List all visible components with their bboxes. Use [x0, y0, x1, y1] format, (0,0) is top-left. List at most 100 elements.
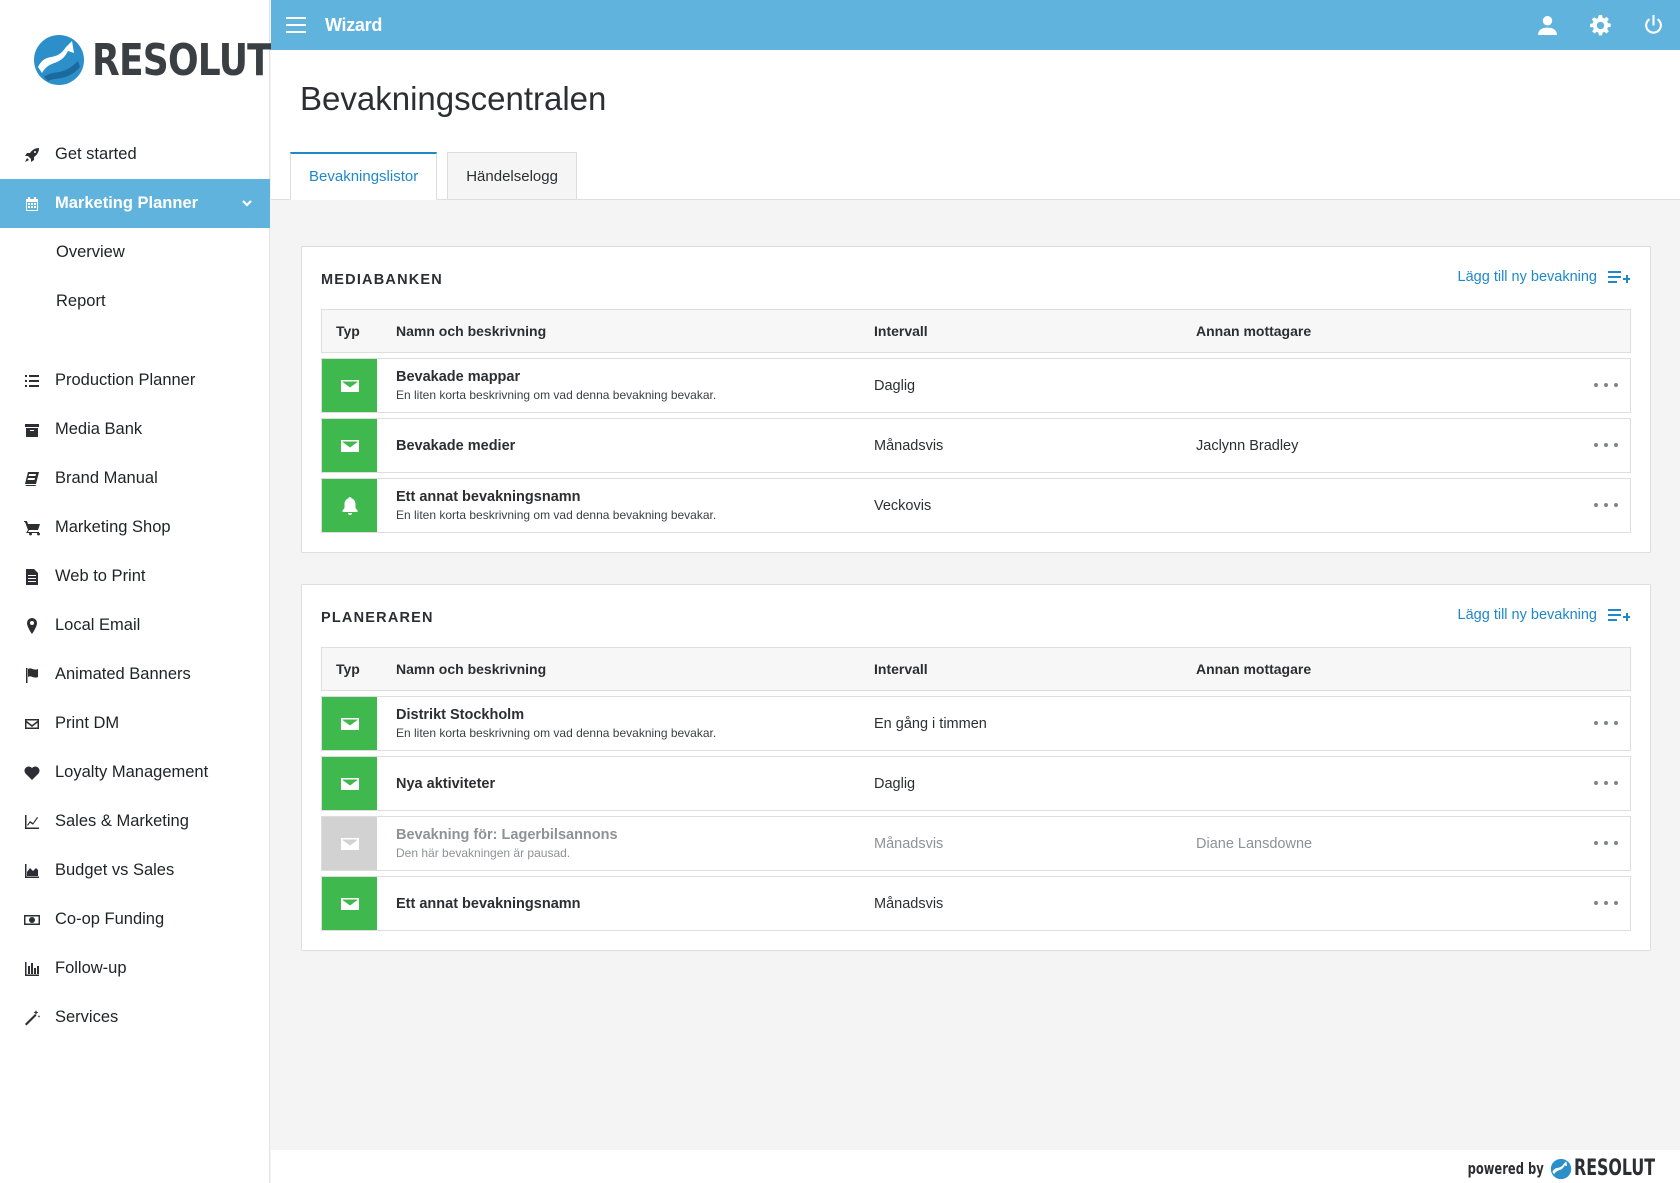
sidebar-item-label: Animated Banners: [55, 665, 191, 683]
sidebar-item-co-op-funding[interactable]: Co-op Funding: [0, 895, 270, 944]
more-options-icon[interactable]: [1594, 773, 1618, 793]
footer-logo-text: RESOLUT: [1574, 1156, 1656, 1181]
add-watch-button[interactable]: Lägg till ny bevakning: [1458, 263, 1630, 291]
panel-header: PLANERAREN Lägg till ny bevakning: [302, 585, 1650, 647]
topbar: Wizard: [271, 0, 1680, 50]
email-icon: [322, 757, 377, 810]
email-icon: [322, 877, 377, 930]
more-options-icon[interactable]: [1594, 893, 1618, 913]
panel-planeraren: PLANERAREN Lägg till ny bevakning Typ Na…: [301, 584, 1651, 951]
resolut-logo-icon: [1550, 1158, 1572, 1179]
playlist-add-icon: [1608, 609, 1630, 621]
row-name: Bevakade medier: [396, 437, 516, 454]
more-options-icon[interactable]: [1594, 375, 1618, 395]
sidebar-item-marketing-planner[interactable]: Marketing Planner: [0, 179, 270, 228]
user-icon[interactable]: [1521, 0, 1574, 50]
sidebar-item-media-bank[interactable]: Media Bank: [0, 405, 270, 454]
sidebar-item-brand-manual[interactable]: Brand Manual: [0, 454, 270, 503]
sidebar-item-get-started[interactable]: Get started: [0, 130, 270, 179]
tab-bar: Bevakningslistor Händelselogg: [290, 152, 587, 200]
email-icon: [322, 419, 377, 472]
sidebar-item-budget-vs-sales[interactable]: Budget vs Sales: [0, 846, 270, 895]
sidebar-item-label: Get started: [55, 145, 137, 163]
sidebar-item-label: Co-op Funding: [55, 910, 165, 928]
row-interval: Daglig: [874, 377, 916, 394]
table-row[interactable]: Bevakning för: Lagerbilsannons Den här b…: [321, 816, 1631, 871]
sidebar-item-label: Brand Manual: [55, 469, 158, 487]
more-options-icon[interactable]: [1594, 495, 1618, 515]
row-interval: Veckovis: [874, 497, 932, 514]
table-row[interactable]: Bevakade mappar En liten korta beskrivni…: [321, 358, 1631, 413]
powered-by-label: powered by: [1467, 1159, 1544, 1178]
table-header: Typ Namn och beskrivning Intervall Annan…: [321, 309, 1631, 353]
map-pin-icon: [24, 617, 40, 634]
sidebar-item-marketing-shop[interactable]: Marketing Shop: [0, 503, 270, 552]
logo-text: RESOLUT: [92, 34, 272, 86]
row-name: Bevakning för: Lagerbilsannons: [396, 827, 618, 843]
panel-title: PLANERAREN: [321, 610, 434, 626]
sidebar-item-label: Media Bank: [55, 420, 143, 438]
row-recipient: Diane Lansdowne: [1196, 835, 1313, 852]
rocket-icon: [24, 147, 40, 163]
sidebar-item-label: Marketing Shop: [55, 518, 171, 536]
sidebar-item-animated-banners[interactable]: Animated Banners: [0, 650, 270, 699]
add-watch-label: Lägg till ny bevakning: [1457, 607, 1597, 623]
sidebar-item-loyalty-management[interactable]: Loyalty Management: [0, 748, 270, 797]
envelope-icon: [24, 716, 40, 732]
sidebar-item-label: Sales & Marketing: [55, 812, 189, 830]
panel-mediabanken: MEDIABANKEN Lägg till ny bevakning Typ N…: [301, 246, 1651, 553]
sidebar-item-sales-marketing[interactable]: Sales & Marketing: [0, 797, 270, 846]
playlist-add-icon: [1608, 271, 1630, 283]
row-interval: En gång i timmen: [874, 715, 987, 732]
table-row[interactable]: Ett annat bevakningsnamn Månadsvis: [321, 876, 1631, 931]
powered-by: powered by RESOLUT: [1438, 1156, 1662, 1181]
sidebar-subitem-overview[interactable]: Overview: [0, 228, 270, 277]
sidebar-subitem-report[interactable]: Report: [0, 277, 270, 326]
more-options-icon[interactable]: [1594, 833, 1618, 853]
main-content: Bevakningscentralen Bevakningslistor Hän…: [271, 50, 1680, 1150]
page-header: Bevakningscentralen Bevakningslistor Hän…: [271, 50, 1680, 200]
row-name: Distrikt Stockholm: [396, 707, 525, 723]
book-icon: [24, 471, 40, 487]
sidebar-item-print-dm[interactable]: Print DM: [0, 699, 270, 748]
document-icon: [24, 568, 40, 585]
row-name-cell: Ett annat bevakningsnamn En liten korta …: [377, 489, 874, 522]
sidebar-item-label: Budget vs Sales: [55, 861, 175, 879]
add-watch-label: Lägg till ny bevakning: [1457, 269, 1597, 285]
add-watch-button[interactable]: Lägg till ny bevakning: [1458, 601, 1630, 629]
email-icon: [322, 359, 377, 412]
row-name: Ett annat bevakningsnamn: [396, 489, 581, 505]
row-recipient: Jaclynn Bradley: [1196, 437, 1299, 454]
table-row[interactable]: Ett annat bevakningsnamn En liten korta …: [321, 478, 1631, 533]
column-header-interval: Intervall: [874, 323, 928, 339]
row-name-cell: Distrikt Stockholm En liten korta beskri…: [377, 707, 874, 740]
row-name: Bevakade mappar: [396, 369, 521, 385]
tab-handelselogg[interactable]: Händelselogg: [447, 152, 577, 199]
row-name-cell: Bevakning för: Lagerbilsannons Den här b…: [377, 827, 874, 860]
hamburger-menu-icon[interactable]: [286, 17, 306, 33]
table-row[interactable]: Bevakade medier Månadsvis Jaclynn Bradle…: [321, 418, 1631, 473]
more-options-icon[interactable]: [1594, 435, 1618, 455]
power-icon[interactable]: [1627, 0, 1680, 50]
table-row[interactable]: Distrikt Stockholm En liten korta beskri…: [321, 696, 1631, 751]
panel-header: MEDIABANKEN Lägg till ny bevakning: [302, 247, 1650, 309]
row-name-cell: Bevakade mappar En liten korta beskrivni…: [377, 369, 874, 402]
sidebar-item-label: Local Email: [55, 616, 141, 634]
topbar-title[interactable]: Wizard: [325, 15, 382, 36]
sidebar: RESOLUT Get started Marketing Planner Ov…: [0, 0, 272, 1183]
watch-table: Typ Namn och beskrivning Intervall Annan…: [321, 309, 1631, 533]
gear-icon[interactable]: [1574, 0, 1627, 50]
row-name-cell: Ett annat bevakningsnamn: [377, 896, 874, 912]
tab-bevakningslistor[interactable]: Bevakningslistor: [290, 152, 438, 200]
column-header-type: Typ: [336, 323, 360, 339]
sidebar-item-web-to-print[interactable]: Web to Print: [0, 552, 270, 601]
cart-icon: [24, 520, 40, 536]
sidebar-item-local-email[interactable]: Local Email: [0, 601, 270, 650]
table-header: Typ Namn och beskrivning Intervall Annan…: [321, 647, 1631, 691]
resolut-logo[interactable]: RESOLUT: [32, 30, 310, 90]
table-row[interactable]: Nya aktiviteter Daglig: [321, 756, 1631, 811]
sidebar-item-production-planner[interactable]: Production Planner: [0, 356, 270, 405]
more-options-icon[interactable]: [1594, 713, 1618, 733]
sidebar-item-follow-up[interactable]: Follow-up: [0, 944, 270, 993]
sidebar-item-services[interactable]: Services: [0, 993, 270, 1042]
